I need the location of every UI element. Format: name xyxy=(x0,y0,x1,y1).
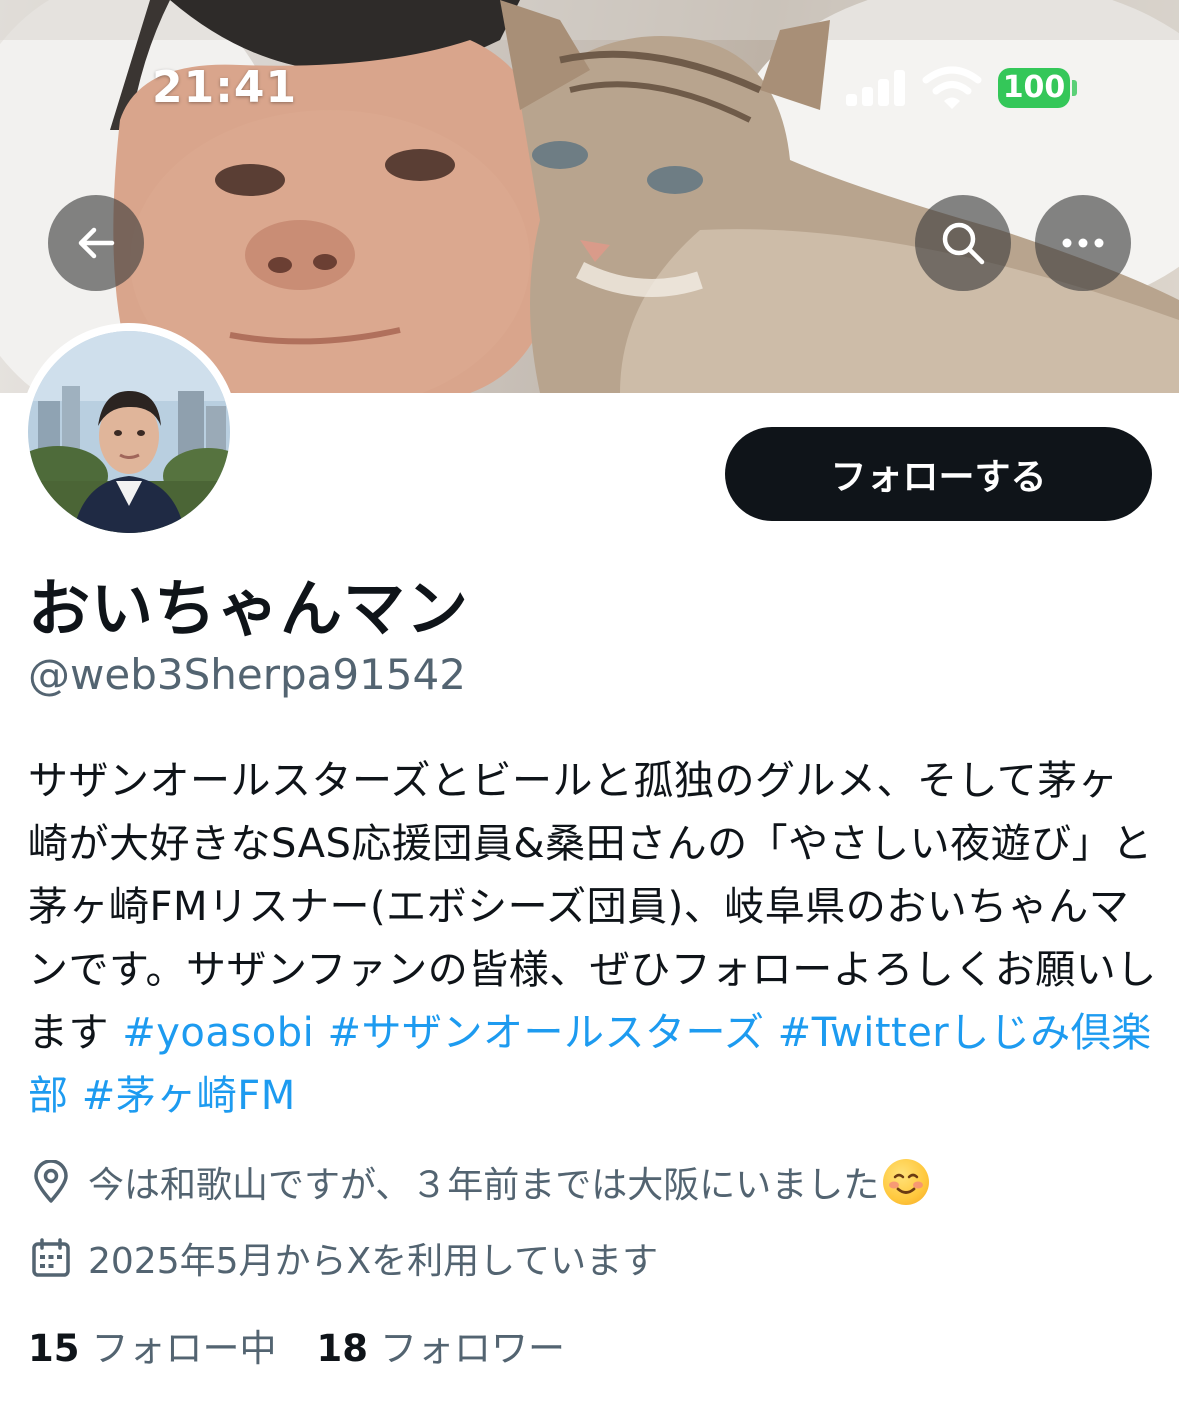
profile-bio: サザンオールスターズとビールと孤独のグルメ、そして茅ヶ崎が大好きなSAS応援団員… xyxy=(28,750,1158,1128)
more-icon xyxy=(1062,238,1104,248)
avatar[interactable] xyxy=(20,323,238,541)
status-time: 21:41 xyxy=(152,62,298,113)
profile-joined-date: 2025年5月からXを利用しています xyxy=(28,1232,658,1284)
calendar-icon xyxy=(28,1235,74,1281)
search-icon xyxy=(942,222,985,265)
followers-label: フォロワー xyxy=(380,1327,565,1370)
follow-button[interactable]: フォローする xyxy=(725,427,1152,521)
profile-location: 今は和歌山ですが、３年前までは大阪にいました xyxy=(28,1156,930,1208)
search-button[interactable] xyxy=(915,195,1011,291)
joined-text: 2025年5月からXを利用しています xyxy=(88,1241,659,1282)
followers-count: 18 xyxy=(316,1327,369,1370)
smiling-face-emoji xyxy=(883,1159,930,1205)
hashtag-link[interactable]: #サザンオールスターズ xyxy=(327,1010,764,1056)
display-name: おいちゃんマン xyxy=(28,572,470,645)
user-handle: @web3Sherpa91542 xyxy=(28,650,466,699)
avatar-photo xyxy=(28,331,230,533)
following-count: 15 xyxy=(28,1327,80,1370)
followers-link[interactable]: 18 フォロワー xyxy=(317,1318,566,1372)
more-button[interactable] xyxy=(1035,195,1131,291)
hashtag-link[interactable]: #茅ヶ崎FM xyxy=(82,1073,296,1119)
back-arrow-icon xyxy=(78,227,115,259)
following-link[interactable]: 15 フォロー中 xyxy=(28,1318,277,1372)
wifi-icon xyxy=(922,66,982,109)
hashtag-link[interactable]: #yoasobi xyxy=(122,1010,314,1056)
location-text: 今は和歌山ですが、３年前までは大阪にいました xyxy=(88,1165,880,1206)
battery-tip xyxy=(1072,80,1077,96)
back-button[interactable] xyxy=(48,195,144,291)
location-pin-icon xyxy=(28,1159,74,1205)
follow-counts: 15 フォロー中 18 フォロワー xyxy=(28,1318,605,1372)
signal-icon xyxy=(846,70,906,106)
battery-icon: 100 xyxy=(998,68,1070,108)
following-label: フォロー中 xyxy=(91,1327,277,1370)
